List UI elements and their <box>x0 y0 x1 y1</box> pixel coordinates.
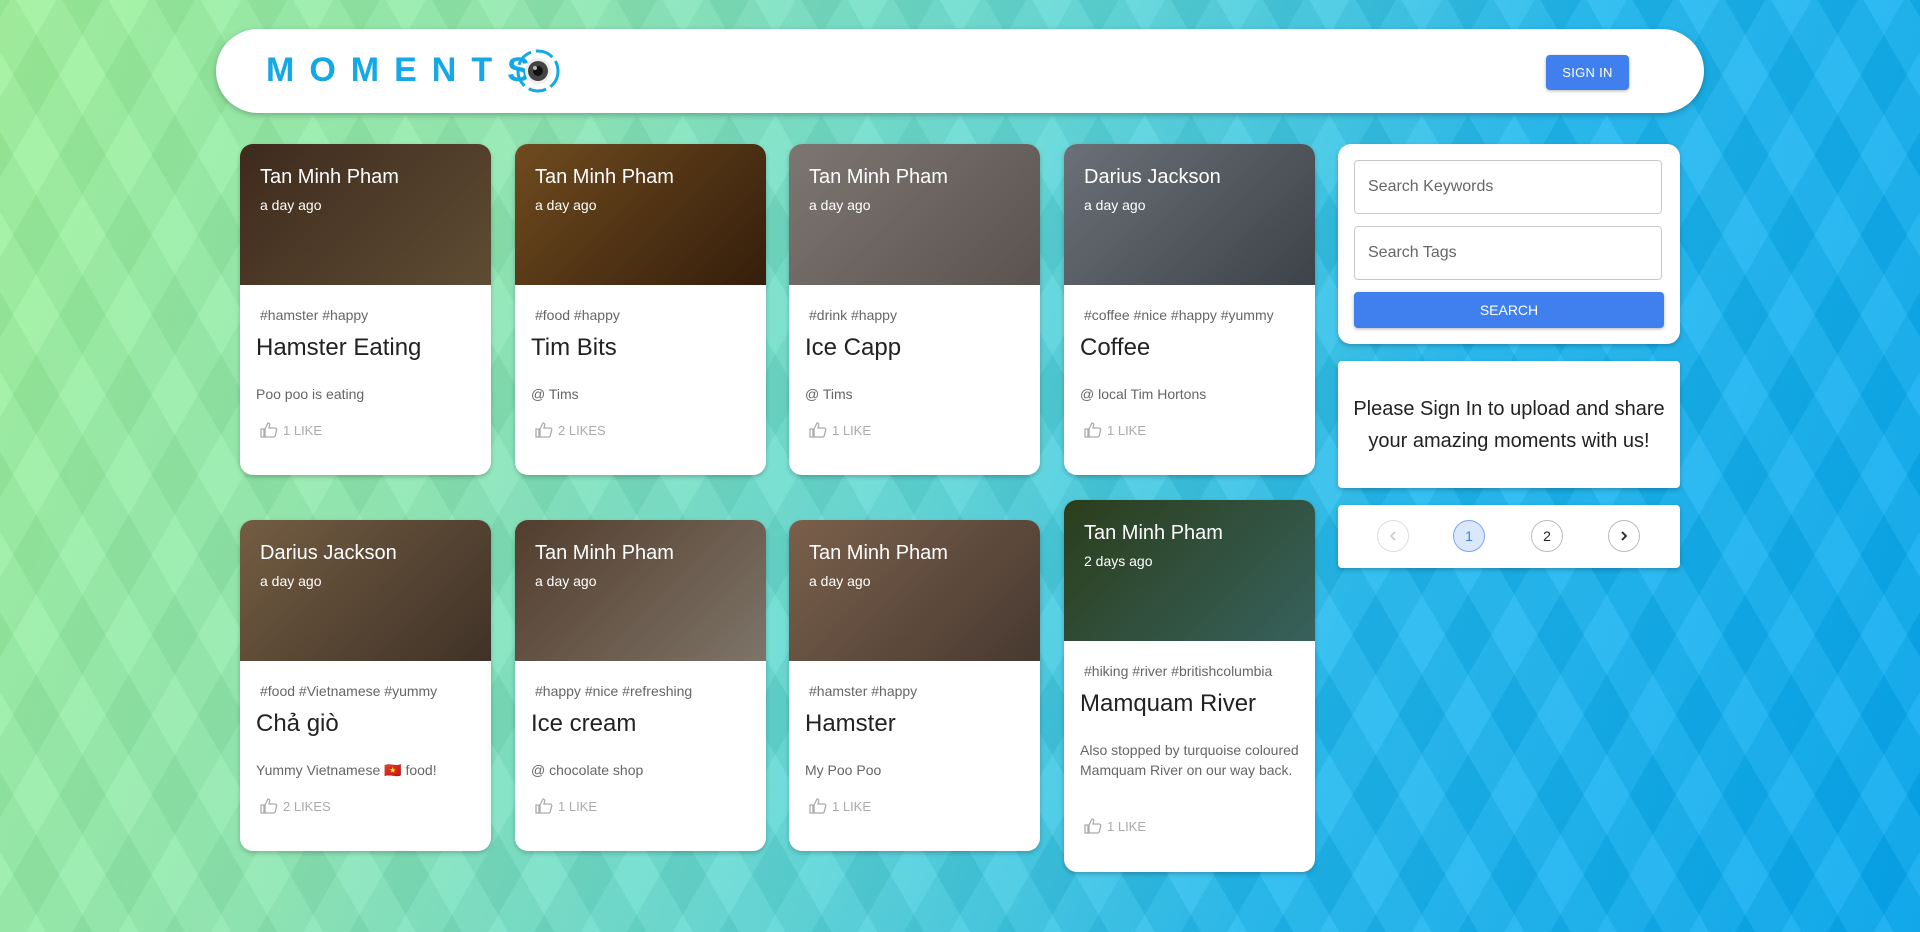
post-message: @ Tims <box>531 386 579 402</box>
post-author: Tan Minh Pham <box>809 542 948 564</box>
post-card[interactable]: Tan Minh Pham a day ago #food #happy Tim… <box>515 144 766 475</box>
sign-in-notice-text: Please Sign In to upload and share your … <box>1353 397 1665 452</box>
post-message: Also stopped by turquoise coloured Mamqu… <box>1080 742 1299 778</box>
search-panel: SEARCH <box>1338 144 1680 344</box>
page-button-2[interactable]: 2 <box>1531 520 1563 552</box>
post-title: Coffee <box>1080 334 1151 361</box>
thumb-up-icon <box>809 422 827 438</box>
post-time: a day ago <box>260 197 322 213</box>
post-time: a day ago <box>809 573 871 589</box>
thumb-up-icon <box>535 798 553 814</box>
chevron-right-icon <box>1621 531 1628 541</box>
thumb-up-icon <box>535 422 553 438</box>
thumb-up-icon <box>260 422 278 438</box>
post-title: Tim Bits <box>531 334 617 361</box>
post-message: @ local Tim Hortons <box>1080 386 1207 402</box>
post-time: a day ago <box>260 573 322 589</box>
thumb-up-icon <box>809 798 827 814</box>
search-tags-input[interactable] <box>1354 226 1662 280</box>
pagination: 1 2 <box>1338 505 1680 568</box>
post-tags: #food #Vietnamese #yummy <box>260 683 438 699</box>
post-message: Poo poo is eating <box>256 386 365 402</box>
like-button[interactable]: 1 LIKE <box>260 422 322 438</box>
post-title: Chả giò <box>256 710 339 737</box>
post-card[interactable]: Darius Jackson a day ago #coffee #nice #… <box>1064 144 1315 475</box>
like-count: 1 LIKE <box>832 798 872 814</box>
thumb-up-icon <box>1084 818 1102 834</box>
search-button[interactable]: SEARCH <box>1354 292 1664 328</box>
like-button[interactable]: 1 LIKE <box>809 422 871 438</box>
post-title: Ice cream <box>531 710 637 737</box>
post-author: Tan Minh Pham <box>535 166 674 188</box>
post-author: Tan Minh Pham <box>809 166 948 188</box>
post-card[interactable]: Tan Minh Pham 2 days ago #hiking #river … <box>1064 500 1315 872</box>
post-title: Mamquam River <box>1080 690 1257 717</box>
thumb-up-icon <box>1084 422 1102 438</box>
post-image[interactable]: Tan Minh Pham a day ago <box>515 520 766 661</box>
like-count: 1 LIKE <box>832 422 872 438</box>
like-button[interactable]: 2 LIKES <box>535 422 606 438</box>
like-count: 1 LIKE <box>283 422 323 438</box>
post-time: a day ago <box>1084 197 1146 213</box>
post-tags: #hamster #happy <box>260 307 369 323</box>
post-image[interactable]: Tan Minh Pham a day ago <box>789 144 1040 285</box>
post-message: @ chocolate shop <box>531 762 644 778</box>
like-count: 1 LIKE <box>1107 422 1147 438</box>
post-title: Ice Capp <box>805 334 902 361</box>
post-author: Tan Minh Pham <box>535 542 674 564</box>
post-tags: #coffee #nice #happy #yummy <box>1084 307 1274 323</box>
like-button[interactable]: 1 LIKE <box>809 798 871 814</box>
post-image[interactable]: Tan Minh Pham 2 days ago <box>1064 500 1315 641</box>
previous-page-button[interactable] <box>1377 520 1409 552</box>
app-bar: MOMENTS SIGN IN <box>216 29 1704 113</box>
post-title: Hamster Eating <box>256 334 422 361</box>
post-message: My Poo Poo <box>805 762 882 778</box>
post-card[interactable]: Darius Jackson a day ago #food #Vietname… <box>240 520 491 851</box>
post-image[interactable]: Tan Minh Pham a day ago <box>789 520 1040 661</box>
post-author: Tan Minh Pham <box>260 166 399 188</box>
post-tags: #drink #happy <box>809 307 897 323</box>
sign-in-notice: Please Sign In to upload and share your … <box>1338 361 1680 488</box>
search-keywords-input[interactable] <box>1354 160 1662 214</box>
post-card[interactable]: Tan Minh Pham a day ago #hamster #happy … <box>789 520 1040 851</box>
like-button[interactable]: 1 LIKE <box>535 798 597 814</box>
like-button[interactable]: 2 LIKES <box>260 798 331 814</box>
post-time: 2 days ago <box>1084 553 1153 569</box>
post-tags: #hiking #river #britishcolumbia <box>1084 663 1273 679</box>
page-button-1[interactable]: 1 <box>1453 520 1485 552</box>
post-title: Hamster <box>805 710 896 737</box>
post-time: a day ago <box>535 573 597 589</box>
camera-lens-icon <box>516 49 560 93</box>
thumb-up-icon <box>260 798 278 814</box>
post-author: Darius Jackson <box>260 542 397 564</box>
like-count: 1 LIKE <box>1107 818 1147 834</box>
post-tags: #food #happy <box>535 307 620 323</box>
post-author: Darius Jackson <box>1084 166 1221 188</box>
post-author: Tan Minh Pham <box>1084 522 1223 544</box>
like-count: 2 LIKES <box>558 422 606 438</box>
post-message: Yummy Vietnamese 🇻🇳 food! <box>256 762 437 778</box>
like-button[interactable]: 1 LIKE <box>1084 422 1146 438</box>
post-message: @ Tims <box>805 386 853 402</box>
post-time: a day ago <box>535 197 597 213</box>
post-image[interactable]: Darius Jackson a day ago <box>1064 144 1315 285</box>
like-button[interactable]: 1 LIKE <box>1084 818 1146 834</box>
post-tags: #hamster #happy <box>809 683 918 699</box>
post-image[interactable]: Darius Jackson a day ago <box>240 520 491 661</box>
post-card[interactable]: Tan Minh Pham a day ago #happy #nice #re… <box>515 520 766 851</box>
brand-title[interactable]: MOMENTS <box>266 51 545 90</box>
post-image[interactable]: Tan Minh Pham a day ago <box>515 144 766 285</box>
chevron-left-icon <box>1389 531 1396 541</box>
post-image[interactable]: Tan Minh Pham a day ago <box>240 144 491 285</box>
next-page-button[interactable] <box>1608 520 1640 552</box>
sign-in-button[interactable]: SIGN IN <box>1546 55 1629 90</box>
post-card[interactable]: Tan Minh Pham a day ago #hamster #happy … <box>240 144 491 475</box>
post-tags: #happy #nice #refreshing <box>535 683 693 699</box>
like-count: 1 LIKE <box>558 798 598 814</box>
post-card[interactable]: Tan Minh Pham a day ago #drink #happy Ic… <box>789 144 1040 475</box>
like-count: 2 LIKES <box>283 798 331 814</box>
post-time: a day ago <box>809 197 871 213</box>
